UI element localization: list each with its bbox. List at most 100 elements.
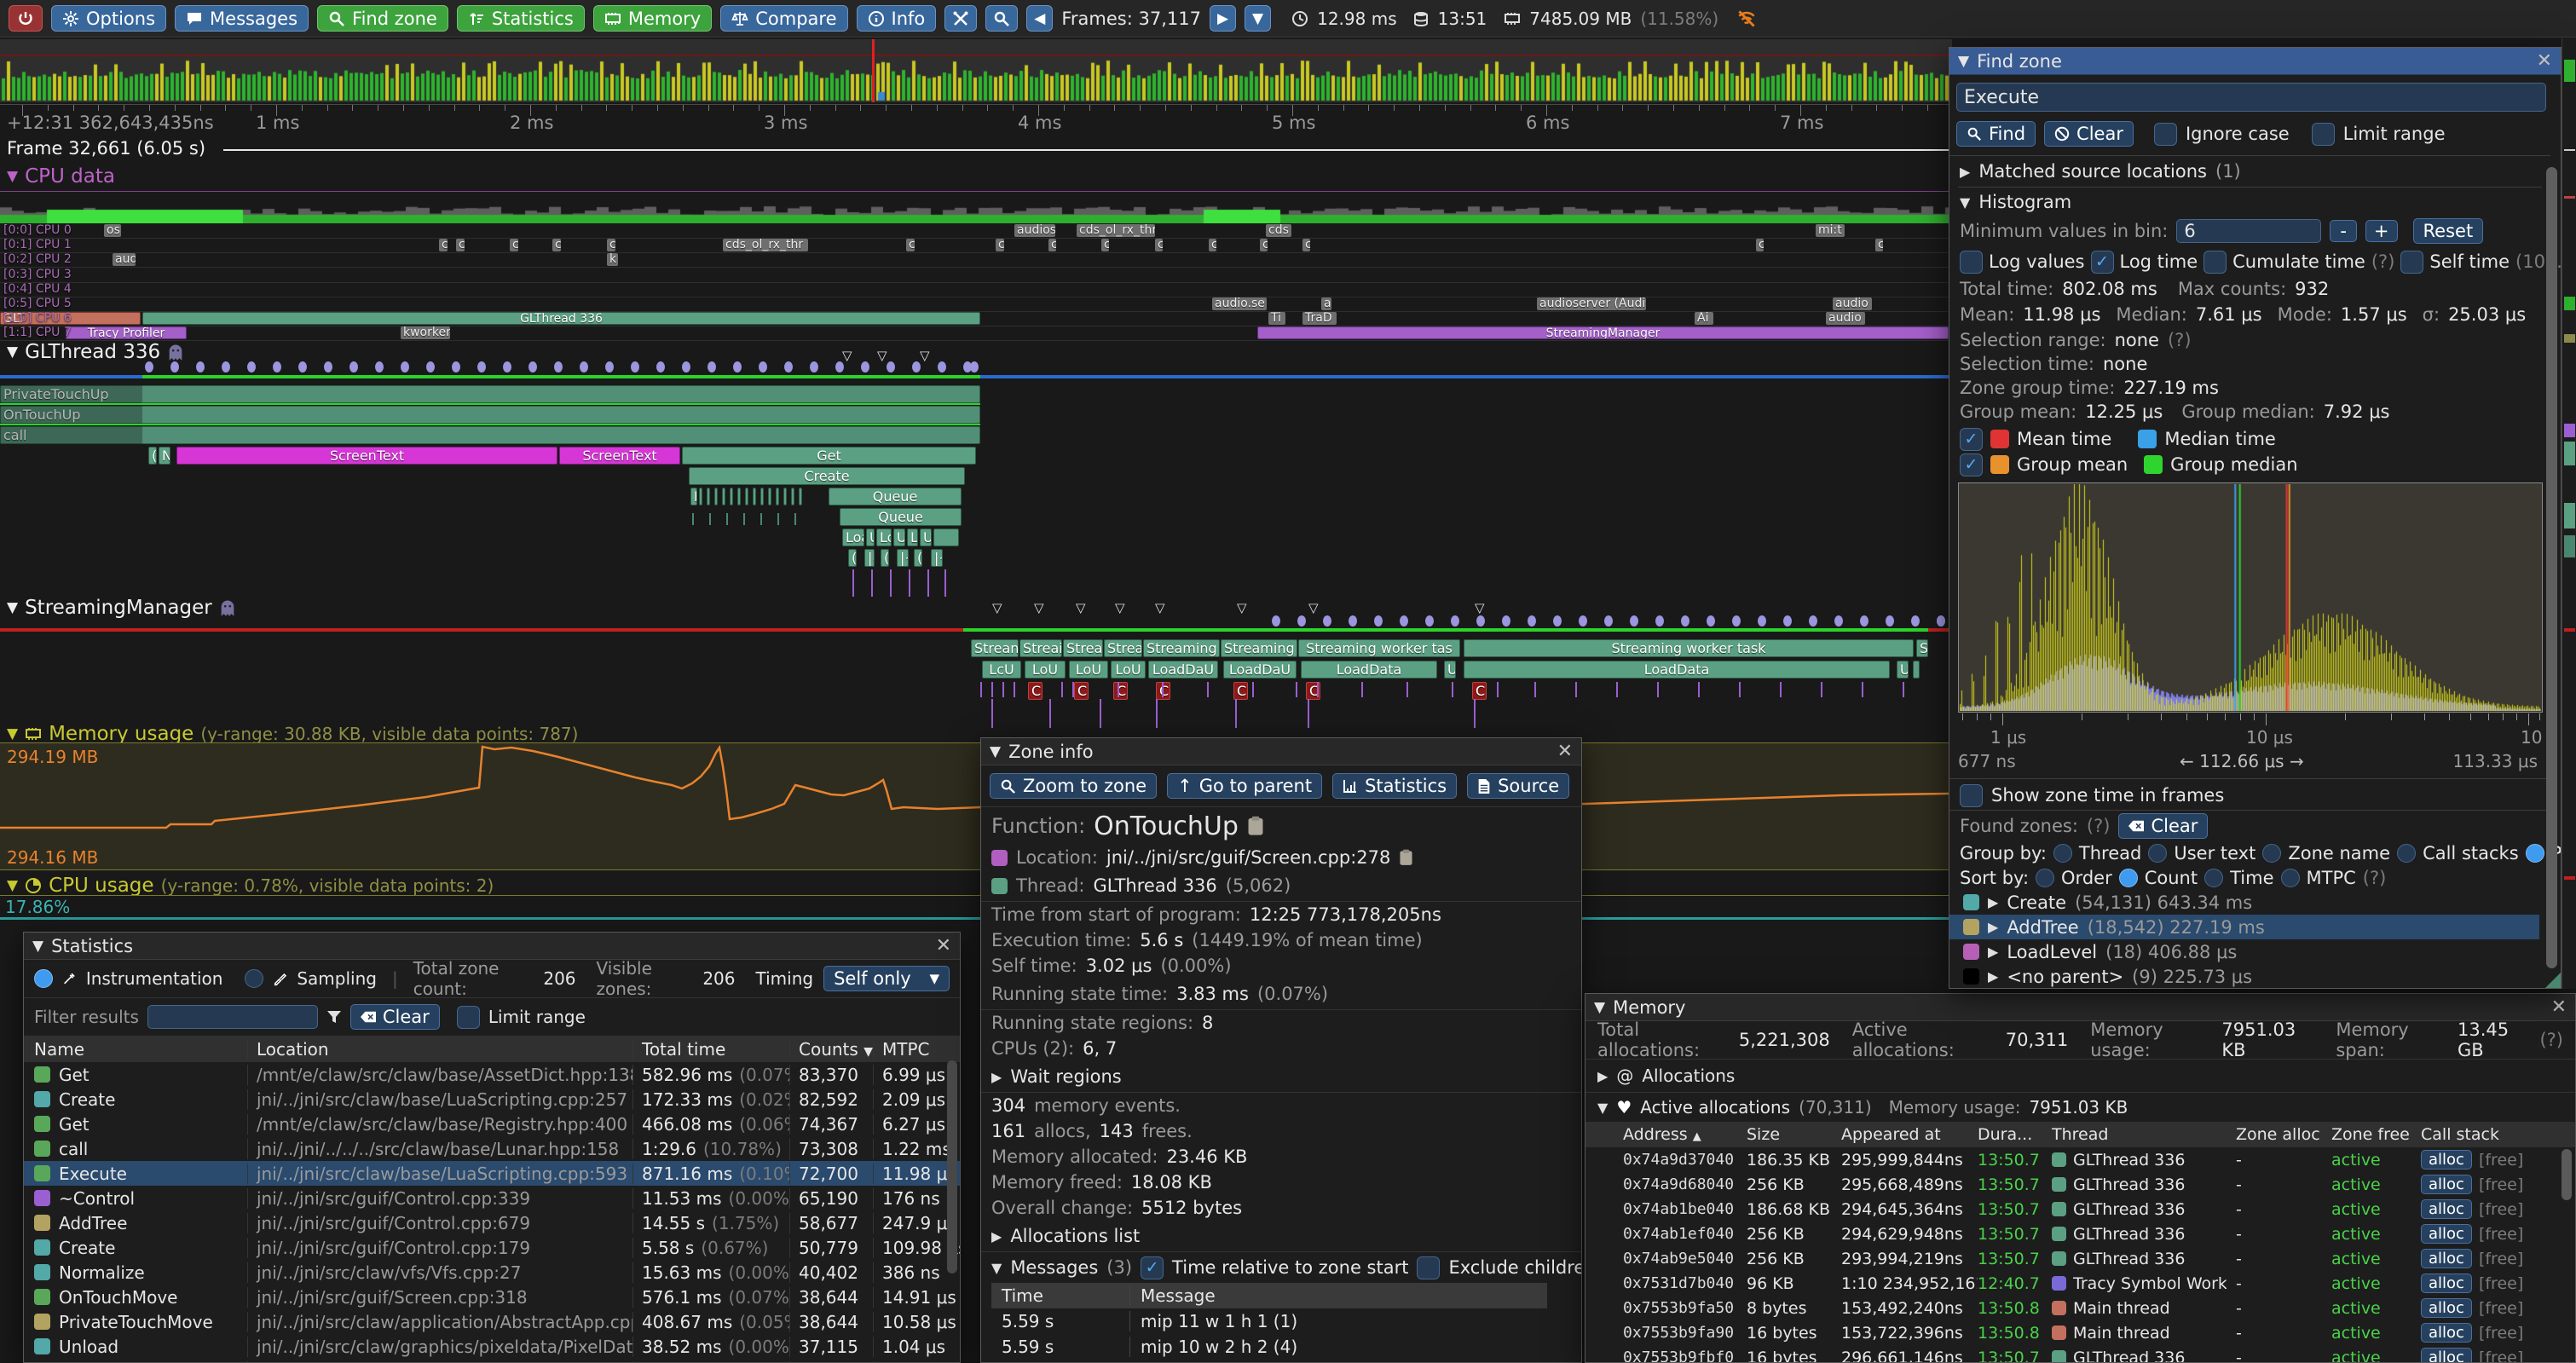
sample-dot[interactable] [1425, 615, 1434, 627]
sample-dot[interactable] [1451, 615, 1459, 627]
self-time-checkbox[interactable] [2400, 251, 2423, 274]
col-appeared[interactable]: Appeared at [1841, 1125, 1978, 1144]
sample-dot[interactable] [912, 361, 921, 373]
table-row[interactable]: Get/mnt/e/claw/src/claw/base/Registry.hp… [24, 1112, 960, 1136]
expand-icon[interactable]: ▶ [991, 1069, 1002, 1085]
zone-span[interactable] [737, 488, 741, 505]
zone-span[interactable]: U [1444, 661, 1456, 679]
sample-dot[interactable] [759, 361, 767, 373]
table-row[interactable]: 0x74ab9e5040256 KB293,994,219ns13:50.7GL… [1585, 1246, 2575, 1271]
zone-span[interactable]: (S [148, 447, 157, 465]
sample-dot[interactable] [1374, 615, 1383, 627]
sample-dot[interactable] [1579, 615, 1587, 627]
sample-dot[interactable] [170, 361, 179, 373]
clear-button[interactable]: Clear [2044, 121, 2134, 147]
zone-span[interactable]: Get [682, 447, 976, 465]
sample-dot[interactable] [401, 361, 409, 373]
memory-table-header[interactable]: Address ▲ Size Appeared at Dura... Threa… [1585, 1122, 2575, 1147]
cpu-zone-span[interactable]: TraD [1302, 312, 1337, 325]
expand-icon[interactable]: ▶ [991, 1228, 1002, 1245]
sample-dot[interactable] [1681, 615, 1689, 627]
zone-span[interactable] [730, 488, 733, 505]
zone-span[interactable]: ( [881, 549, 889, 567]
zone-span[interactable] [1913, 661, 1920, 679]
sample-dot[interactable] [708, 361, 716, 373]
find-zone-search-input[interactable] [1956, 83, 2546, 112]
cpu-zone-span[interactable]: audio.se [1212, 297, 1267, 310]
message-marker-icon[interactable]: ▽ [1475, 600, 1485, 615]
col-size[interactable]: Size [1747, 1125, 1841, 1144]
table-row[interactable]: calljni/../jni/../../../src/claw/base/Lu… [24, 1136, 960, 1161]
matched-source-locations-label[interactable]: Matched source locations [1978, 161, 2207, 182]
sample-dot[interactable] [426, 361, 435, 373]
zone-span[interactable]: Lo [907, 528, 918, 546]
ignore-case-checkbox[interactable] [2154, 123, 2177, 146]
cpu-zone-span[interactable]: cds_ol_rx_threa [1077, 224, 1155, 237]
col-name[interactable]: Name [34, 1039, 247, 1060]
col-mtpc[interactable]: MTPC [873, 1039, 960, 1060]
messages-label[interactable]: Messages [1010, 1257, 1098, 1278]
cpu-zone-span[interactable]: c [1875, 239, 1883, 251]
zone-span[interactable]: OnTouchUp [0, 406, 980, 424]
timing-dropdown[interactable]: Self only▼ [823, 966, 950, 991]
sort-time-radio[interactable] [2204, 869, 2223, 887]
table-row[interactable]: PrivateTouchMovejni/../jni/src/claw/appl… [24, 1309, 960, 1334]
message-marker-icon[interactable]: ▽ [877, 348, 887, 363]
time-relative-checkbox[interactable]: ✓ [1141, 1256, 1164, 1279]
close-icon[interactable]: ✕ [2537, 52, 2552, 71]
sample-dot[interactable] [1528, 615, 1536, 627]
zone-span[interactable] [722, 488, 725, 505]
zone-span[interactable]: C( [1028, 682, 1043, 700]
clipboard-icon[interactable] [1399, 849, 1413, 866]
alloc-button[interactable]: alloc [2421, 1273, 2472, 1293]
zone-span[interactable]: ScreenText [176, 447, 557, 465]
sample-dot[interactable] [656, 361, 665, 373]
zone-span[interactable]: LcU [982, 661, 1021, 679]
sort-order-radio[interactable] [2036, 869, 2054, 887]
sample-dot[interactable] [247, 361, 256, 373]
table-row[interactable]: 0x74a9d68040256 KB295,668,489ns13:50.7GL… [1585, 1172, 2575, 1197]
zone-span[interactable]: Loi [876, 528, 892, 546]
table-row[interactable]: 0x74ab1be040186.68 KB294,645,364ns13:50.… [1585, 1197, 2575, 1222]
sample-dot[interactable] [1655, 615, 1664, 627]
zone-span[interactable]: E [690, 488, 697, 505]
group-parent-radio[interactable] [2526, 844, 2544, 863]
go-to-parent-button[interactable]: ↑ Go to parent [1167, 773, 1322, 799]
message-row[interactable]: 5.59 smip 10 w 2 h 2 (4) [991, 1334, 1547, 1360]
zone-span[interactable] [0, 426, 142, 444]
zoom-to-zone-button[interactable]: Zoom to zone [990, 773, 1157, 799]
cpu-zone-span[interactable]: Ai [1695, 312, 1713, 325]
col-thread[interactable]: Thread [2052, 1125, 2236, 1144]
zone-span[interactable] [714, 488, 718, 505]
sample-dot[interactable] [1783, 615, 1792, 627]
table-row[interactable]: Unloadjni/../jni/src/claw/graphics/pixel… [24, 1334, 960, 1359]
cpu-zone-span[interactable]: c [1756, 239, 1764, 251]
messages-table-header[interactable]: TimeMessage [991, 1283, 1547, 1308]
sample-dot[interactable] [1349, 615, 1357, 627]
sample-dot[interactable] [1707, 615, 1715, 627]
frame-dropdown-button[interactable]: ▼ [1245, 5, 1271, 32]
info-button[interactable]: Info [857, 5, 937, 32]
sample-dot[interactable] [887, 361, 895, 373]
zone-span[interactable] [768, 488, 771, 505]
table-row[interactable]: 0x7553b9fa9016 bytes153,722,396ns13:50.8… [1585, 1320, 2575, 1345]
cpu-zone-span[interactable]: os [104, 224, 121, 237]
zone-span[interactable]: Create [689, 467, 965, 485]
active-allocations-label[interactable]: Active allocations [1640, 1097, 1790, 1118]
sample-dot[interactable] [1604, 615, 1613, 627]
memory-button[interactable]: Memory [593, 5, 712, 32]
zone-span[interactable]: U [1897, 661, 1909, 679]
zone-span[interactable]: LoadData [1301, 661, 1437, 679]
message-marker-icon[interactable]: ▽ [1308, 600, 1319, 615]
cpu-zone-span[interactable]: audio [1833, 297, 1872, 310]
cpu-zone-span[interactable]: k [607, 253, 618, 266]
zone-span[interactable] [745, 488, 748, 505]
limit-range-checkbox[interactable] [2312, 123, 2335, 146]
cpu-data-header[interactable]: ▼ CPU data [7, 165, 115, 188]
expand-icon[interactable]: ▶ [1988, 919, 1998, 935]
zone-span[interactable]: |~ [931, 549, 943, 567]
zone-span[interactable]: Strean [971, 639, 1019, 657]
sample-dot[interactable] [477, 361, 486, 373]
table-row[interactable]: Get/mnt/e/claw/src/claw/base/AssetDict.h… [24, 1062, 960, 1087]
zone-span[interactable]: Loa [842, 528, 864, 546]
